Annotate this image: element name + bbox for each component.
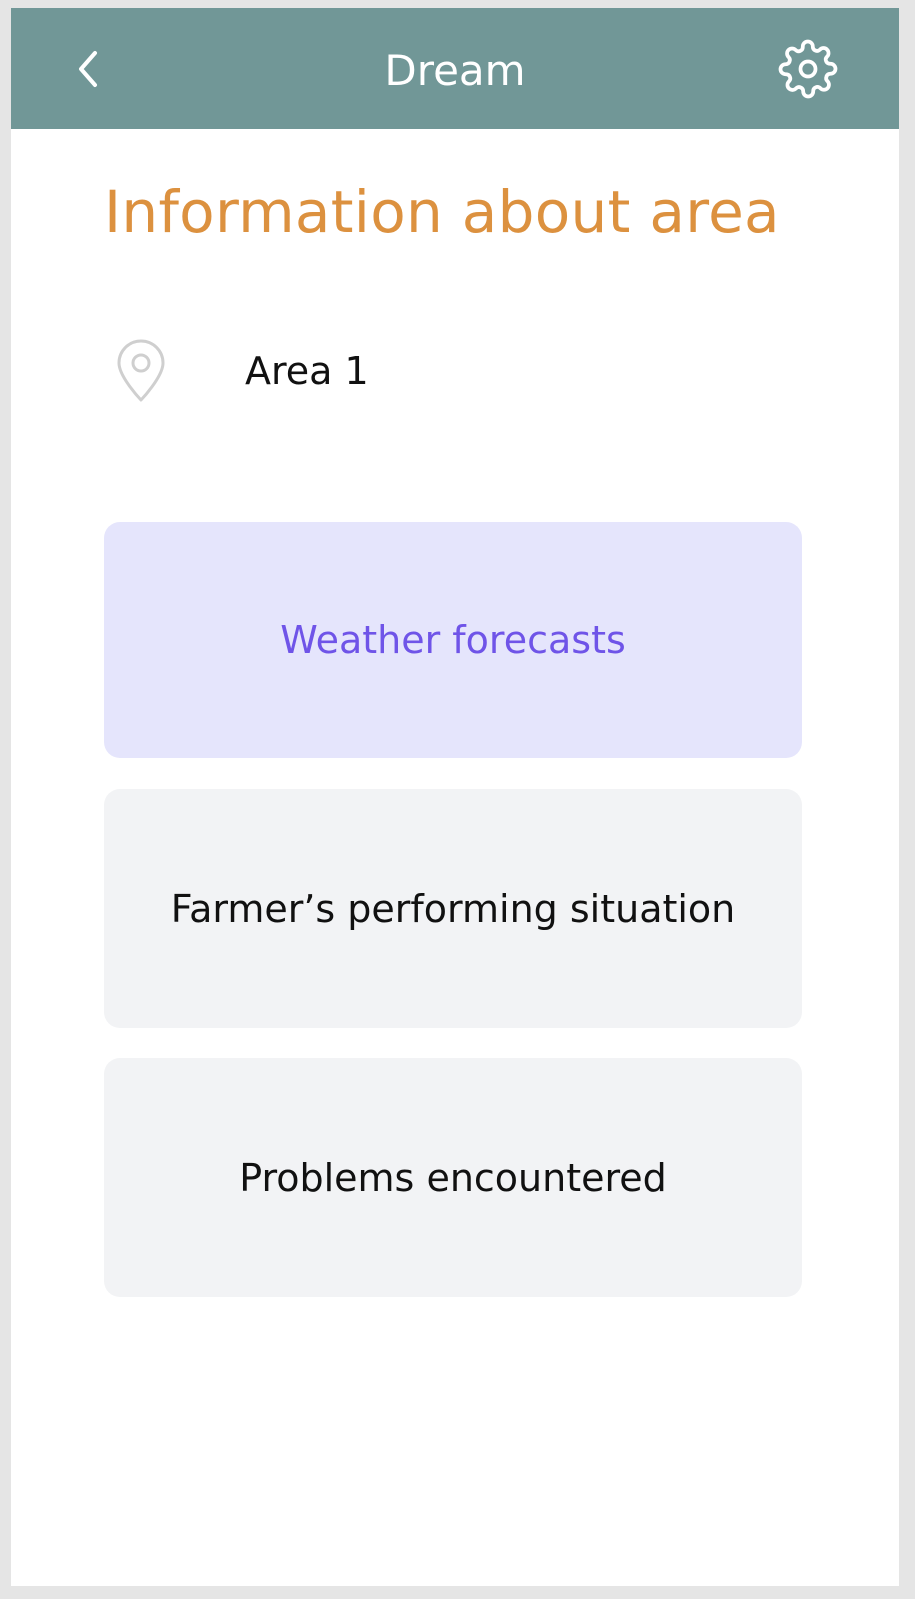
page-title: Information about area <box>104 178 780 246</box>
farmer-performing-situation-button[interactable]: Farmer’s performing situation <box>104 789 802 1028</box>
settings-button[interactable] <box>777 38 839 100</box>
top-app-bar: Dream <box>11 8 899 129</box>
problems-encountered-button[interactable]: Problems encountered <box>104 1058 802 1297</box>
area-name: Area 1 <box>245 349 369 393</box>
area-location: Area 1 <box>104 331 604 415</box>
app-title: Dream <box>384 46 526 95</box>
weather-forecasts-button[interactable]: Weather forecasts <box>104 522 802 758</box>
app-screen: Dream Information about area Area 1 Weat… <box>11 8 899 1586</box>
gear-icon <box>778 39 838 99</box>
map-pin-icon <box>117 339 165 402</box>
